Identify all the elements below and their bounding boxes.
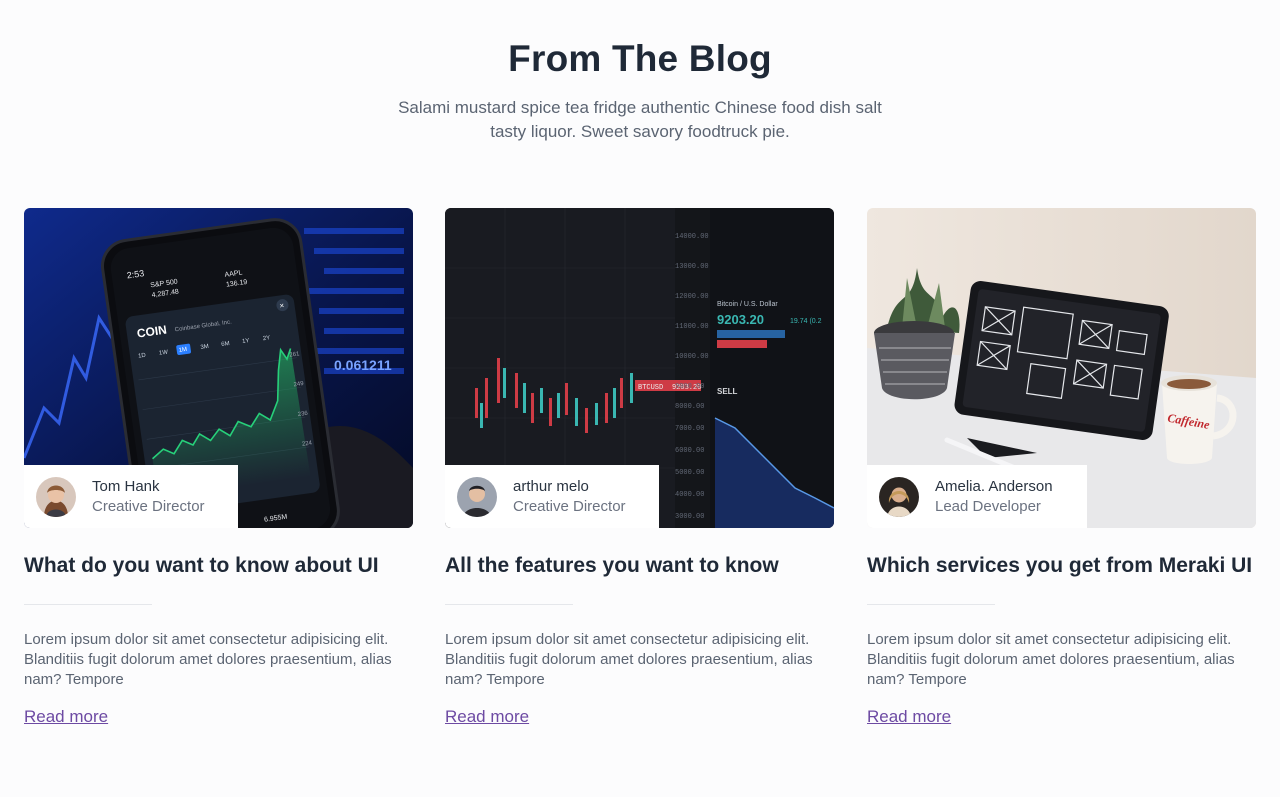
- author-box: Tom Hank Creative Director: [24, 465, 238, 528]
- svg-text:1Y: 1Y: [242, 338, 250, 345]
- blog-card-3: Caffeine Amelia. Anderson Lead Developer…: [867, 208, 1256, 727]
- card-title[interactable]: All the features you want to know: [445, 552, 834, 580]
- card-image-tablet-desk[interactable]: Caffeine Amelia. Anderson Lead Developer: [867, 208, 1256, 528]
- svg-text:2Y: 2Y: [263, 335, 271, 342]
- author-meta: arthur melo Creative Director: [513, 477, 626, 517]
- svg-text:6M: 6M: [221, 341, 230, 348]
- avatar[interactable]: [879, 476, 919, 517]
- author-box: arthur melo Creative Director: [445, 465, 659, 528]
- author-role: Creative Director: [92, 497, 205, 515]
- author-meta: Amelia. Anderson Lead Developer: [935, 477, 1053, 517]
- blog-card-1: 0.061211 2:53 S&P 500 4,287.48 AAPL 136.…: [24, 208, 413, 727]
- read-more-link[interactable]: Read more: [867, 707, 951, 727]
- avatar-woman-icon: [879, 476, 919, 517]
- svg-text:0.061211: 0.061211: [334, 357, 392, 373]
- card-excerpt: Lorem ipsum dolor sit amet consectetur a…: [867, 631, 1235, 688]
- author-name[interactable]: arthur melo: [513, 477, 626, 497]
- avatar-man-icon: [457, 476, 497, 517]
- card-image-phone-chart[interactable]: 0.061211 2:53 S&P 500 4,287.48 AAPL 136.…: [24, 208, 413, 528]
- read-more-link[interactable]: Read more: [445, 707, 529, 727]
- author-name[interactable]: Tom Hank: [92, 477, 205, 497]
- card-divider: [24, 604, 152, 605]
- svg-text:1M: 1M: [178, 347, 187, 354]
- card-title[interactable]: Which services you get from Meraki UI: [867, 552, 1256, 580]
- svg-text:3M: 3M: [200, 344, 209, 351]
- svg-text:1D: 1D: [138, 353, 147, 360]
- author-name[interactable]: Amelia. Anderson: [935, 477, 1053, 497]
- avatar[interactable]: [36, 476, 76, 517]
- author-role: Creative Director: [513, 497, 626, 515]
- read-more-link[interactable]: Read more: [24, 707, 108, 727]
- page-title: From The Blog: [508, 38, 772, 79]
- author-meta: Tom Hank Creative Director: [92, 477, 205, 517]
- card-title[interactable]: What do you want to know about UI: [24, 552, 413, 580]
- page-subtitle: Salami mustard spice tea fridge authenti…: [398, 98, 882, 141]
- card-divider: [445, 604, 573, 605]
- author-box: Amelia. Anderson Lead Developer: [867, 465, 1087, 528]
- card-excerpt: Lorem ipsum dolor sit amet consectetur a…: [24, 631, 392, 688]
- card-image-trading-screen[interactable]: BTCUSD 9203.20 14000.00 13000.00 12000.0…: [445, 208, 834, 528]
- blog-card-2: BTCUSD 9203.20 14000.00 13000.00 12000.0…: [445, 208, 834, 727]
- card-excerpt: Lorem ipsum dolor sit amet consectetur a…: [445, 631, 813, 688]
- author-role: Lead Developer: [935, 497, 1041, 515]
- avatar[interactable]: [457, 476, 497, 517]
- avatar-woman-icon: [36, 476, 76, 517]
- card-divider: [867, 604, 995, 605]
